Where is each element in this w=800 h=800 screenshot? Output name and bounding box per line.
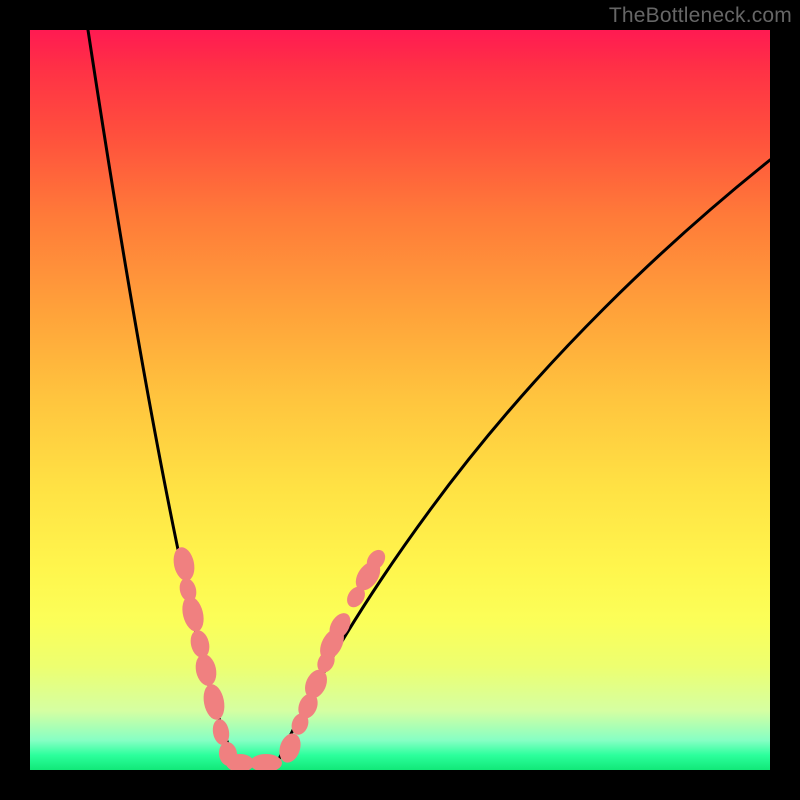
marker-left-2 [179,594,207,634]
v-curve-right [274,160,770,770]
chart-frame: TheBottleneck.com [0,0,800,800]
data-markers-group [171,545,389,770]
chart-plot-area [30,30,770,770]
marker-left-5 [201,682,228,721]
marker-left-0 [171,545,198,582]
marker-left-4 [193,652,219,687]
marker-left-9 [250,754,282,770]
chart-svg [30,30,770,770]
watermark-text: TheBottleneck.com [609,4,792,28]
marker-left-3 [188,628,212,660]
v-curve-left [88,30,240,770]
